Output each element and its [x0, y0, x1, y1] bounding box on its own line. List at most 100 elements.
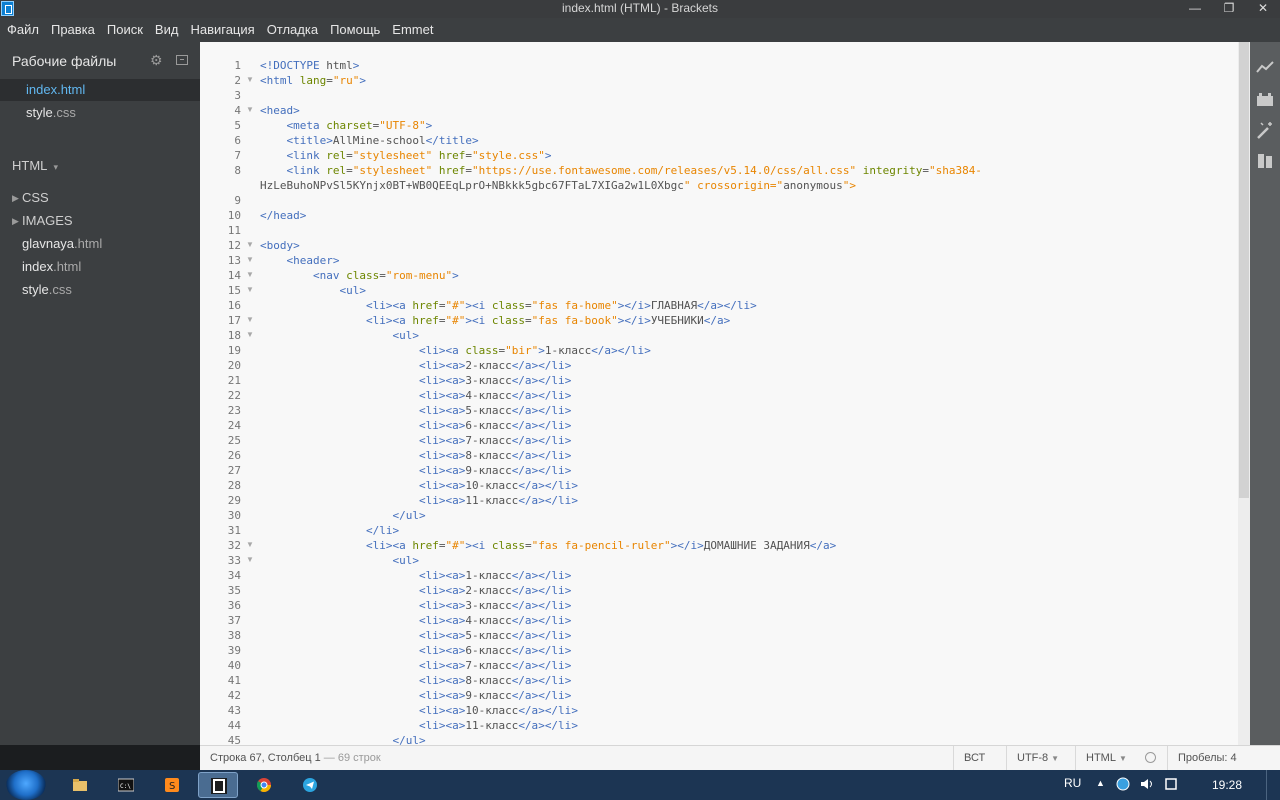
volume-icon[interactable]: [1140, 777, 1154, 791]
code-line[interactable]: <meta charset="UTF-8">: [260, 119, 433, 132]
working-file-item[interactable]: style.css: [0, 102, 200, 124]
taskbar-brackets[interactable]: [198, 772, 238, 798]
menu-item[interactable]: Навигация: [183, 18, 259, 42]
code-line[interactable]: <li><a>5-класс</a></li>: [260, 629, 571, 642]
tree-file[interactable]: glavnaya.html: [0, 233, 200, 255]
maximize-button[interactable]: ❐: [1212, 0, 1246, 18]
fold-toggle-icon[interactable]: ▼: [246, 255, 254, 264]
gear-icon[interactable]: ⚙: [150, 52, 163, 69]
code-line[interactable]: HzLeBuhoNPvSl5KYnjx0BT+WB0QEEqLprO+NBkkk…: [260, 179, 856, 192]
code-line[interactable]: <li><a>11-класс</a></li>: [260, 719, 578, 732]
code-line[interactable]: <link rel="stylesheet" href="https://use…: [260, 164, 982, 177]
live-preview-icon[interactable]: [1255, 58, 1275, 78]
code-line[interactable]: <li><a>6-класс</a></li>: [260, 419, 571, 432]
code-line[interactable]: <li><a href="#"><i class="fas fa-pencil-…: [260, 539, 836, 552]
fold-toggle-icon[interactable]: ▼: [246, 285, 254, 294]
project-dropdown[interactable]: HTML ▾: [12, 158, 58, 173]
code-line[interactable]: </li>: [260, 524, 399, 537]
code-line[interactable]: <li><a href="#"><i class="fas fa-home"><…: [260, 299, 757, 312]
show-desktop-button[interactable]: [1266, 770, 1280, 800]
input-language[interactable]: RU: [1064, 776, 1081, 790]
code-line[interactable]: <li><a>6-класс</a></li>: [260, 644, 571, 657]
action-center-icon[interactable]: [1164, 777, 1178, 791]
code-line[interactable]: <ul>: [260, 329, 419, 342]
code-line[interactable]: </ul>: [260, 509, 425, 522]
code-line[interactable]: <li><a>2-класс</a></li>: [260, 359, 571, 372]
fold-toggle-icon[interactable]: ▼: [246, 240, 254, 249]
tree-file[interactable]: index.html: [0, 256, 200, 278]
minimize-button[interactable]: —: [1178, 0, 1212, 18]
code-line[interactable]: <li><a>7-класс</a></li>: [260, 434, 571, 447]
tree-file[interactable]: style.css: [0, 279, 200, 301]
tray-expand-icon[interactable]: ▲: [1096, 778, 1105, 788]
chevron-right-icon[interactable]: ▶: [12, 187, 19, 209]
code-line[interactable]: <li><a>7-класс</a></li>: [260, 659, 571, 672]
tree-folder[interactable]: ▶ IMAGES: [0, 210, 200, 232]
code-line[interactable]: <li><a href="#"><i class="fas fa-book"><…: [260, 314, 730, 327]
working-file-item[interactable]: index.html: [0, 79, 200, 101]
code-line[interactable]: <li><a>4-класс</a></li>: [260, 614, 571, 627]
taskbar-chrome[interactable]: [244, 772, 284, 798]
taskbar-cmd[interactable]: C:\: [106, 772, 146, 798]
indent-settings[interactable]: Пробелы: 4: [1167, 746, 1278, 770]
start-button[interactable]: [6, 770, 46, 800]
split-view-icon[interactable]: [176, 55, 188, 65]
code-line[interactable]: <li><a class="bir">1-класс</a></li>: [260, 344, 651, 357]
menu-item[interactable]: Emmet: [385, 18, 438, 42]
clock[interactable]: 19:28: [1212, 778, 1242, 792]
menu-item[interactable]: Правка: [44, 18, 100, 42]
code-line[interactable]: <body>: [260, 239, 300, 252]
code-line[interactable]: <li><a>5-класс</a></li>: [260, 404, 571, 417]
menu-item[interactable]: Вид: [148, 18, 184, 42]
code-line[interactable]: <li><a>11-класс</a></li>: [260, 494, 578, 507]
code-line[interactable]: <li><a>1-класс</a></li>: [260, 569, 571, 582]
beautify-icon[interactable]: [1255, 120, 1275, 140]
menu-item[interactable]: Помощь: [323, 18, 385, 42]
close-button[interactable]: ✕: [1246, 0, 1280, 18]
code-line[interactable]: <li><a>8-класс</a></li>: [260, 674, 571, 687]
fold-toggle-icon[interactable]: ▼: [246, 555, 254, 564]
code-line[interactable]: <ul>: [260, 284, 366, 297]
chevron-right-icon[interactable]: ▶: [12, 210, 19, 232]
code-line[interactable]: <header>: [260, 254, 340, 267]
cursor-position[interactable]: Строка 67, Столбец 1 — 69 строк: [210, 752, 381, 764]
language-dropdown[interactable]: HTML ▼: [1075, 746, 1146, 770]
code-line[interactable]: <li><a>2-класс</a></li>: [260, 584, 571, 597]
code-line[interactable]: <li><a>4-класс</a></li>: [260, 389, 571, 402]
code-line[interactable]: </head>: [260, 209, 306, 222]
taskbar-sublime-text[interactable]: S: [152, 772, 192, 798]
encoding-dropdown[interactable]: UTF-8 ▼: [1006, 746, 1081, 770]
insert-mode-toggle[interactable]: ВСТ: [953, 746, 1012, 770]
extension-manager-icon[interactable]: [1255, 89, 1275, 109]
menu-item[interactable]: Отладка: [260, 18, 323, 42]
fold-toggle-icon[interactable]: ▼: [246, 540, 254, 549]
network-icon[interactable]: [1116, 777, 1130, 791]
code-line[interactable]: <!DOCTYPE html>: [260, 59, 359, 72]
code-line[interactable]: <title>AllMine-school</title>: [260, 134, 479, 147]
code-line[interactable]: <head>: [260, 104, 300, 117]
code-line[interactable]: <html lang="ru">: [260, 74, 366, 87]
code-line[interactable]: <li><a>10-класс</a></li>: [260, 479, 578, 492]
code-line[interactable]: <li><a>8-класс</a></li>: [260, 449, 571, 462]
fold-toggle-icon[interactable]: ▼: [246, 270, 254, 279]
tree-folder[interactable]: ▶ CSS: [0, 187, 200, 209]
code-line[interactable]: <link rel="stylesheet" href="style.css">: [260, 149, 552, 162]
fold-toggle-icon[interactable]: ▼: [246, 315, 254, 324]
code-editor[interactable]: 1 2 ▼ 3 4 ▼ 5 6 7 8 9 10 11 12 ▼ 13 ▼ 14 ▼ 15 ▼ 16 17 ▼ 18 ▼ 19 20 2…: [200, 42, 1250, 745]
taskbar-telegram[interactable]: [290, 772, 330, 798]
code-line[interactable]: </ul>: [260, 734, 425, 745]
code-line[interactable]: <li><a>10-класс</a></li>: [260, 704, 578, 717]
code-line[interactable]: <li><a>9-класс</a></li>: [260, 689, 571, 702]
menu-item[interactable]: Файл: [0, 18, 44, 42]
linter-status-icon[interactable]: [1145, 752, 1156, 763]
fold-toggle-icon[interactable]: ▼: [246, 105, 254, 114]
fold-toggle-icon[interactable]: ▼: [246, 75, 254, 84]
scrollbar-thumb[interactable]: [1239, 42, 1249, 498]
code-line[interactable]: <nav class="rom-menu">: [260, 269, 459, 282]
menu-item[interactable]: Поиск: [100, 18, 148, 42]
code-line[interactable]: <ul>: [260, 554, 419, 567]
code-line[interactable]: <li><a>9-класс</a></li>: [260, 464, 571, 477]
extract-icon[interactable]: [1255, 151, 1275, 171]
code-line[interactable]: <li><a>3-класс</a></li>: [260, 374, 571, 387]
fold-toggle-icon[interactable]: ▼: [246, 330, 254, 339]
